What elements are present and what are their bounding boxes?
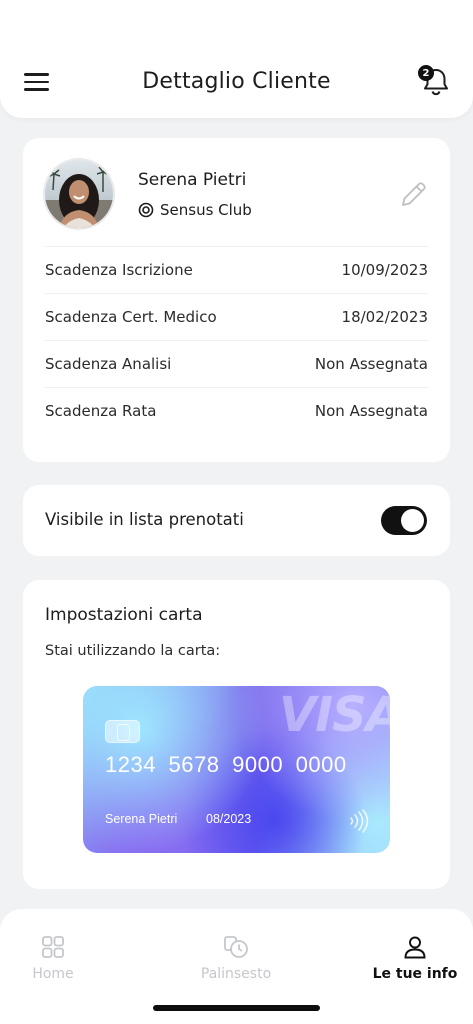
row-label: Scadenza Rata xyxy=(45,402,157,420)
notification-bell-button[interactable]: 2 xyxy=(416,64,456,100)
client-profile-card: Serena Pietri Sensus Club Scadenza Iscri… xyxy=(23,138,450,462)
chip-icon xyxy=(105,720,140,743)
row-label: Scadenza Cert. Medico xyxy=(45,308,217,326)
tab-palinsesto[interactable]: Palinsesto xyxy=(176,934,296,982)
avatar xyxy=(45,160,113,228)
page-title: Dettaglio Cliente xyxy=(142,69,331,94)
expiry-list: Scadenza Iscrizione 10/09/2023 Scadenza … xyxy=(45,246,428,434)
card-expiry: 08/2023 xyxy=(206,812,252,826)
pencil-icon xyxy=(402,182,426,206)
card-number: 1234 5678 9000 0000 xyxy=(105,752,347,777)
notification-count-badge: 2 xyxy=(418,65,434,81)
avatar-photo xyxy=(45,160,113,228)
row-label: Scadenza Iscrizione xyxy=(45,261,193,279)
card-settings-card: Impostazioni carta Stai utilizzando la c… xyxy=(23,580,450,889)
target-icon xyxy=(138,202,154,218)
visa-logo: VISA xyxy=(279,687,390,743)
row-value: Non Assegnata xyxy=(314,402,428,420)
tab-home[interactable]: Home xyxy=(0,934,113,982)
credit-card[interactable]: VISA 1234 5678 9000 0000 Serena Pietri 0… xyxy=(83,686,390,853)
home-indicator xyxy=(153,1005,320,1011)
list-item: Scadenza Rata Non Assegnata xyxy=(45,387,428,434)
list-item: Scadenza Cert. Medico 18/02/2023 xyxy=(45,293,428,340)
club-label: Sensus Club xyxy=(138,201,252,219)
visibility-label: Visibile in lista prenotati xyxy=(45,510,244,529)
club-name: Sensus Club xyxy=(160,201,252,219)
client-name: Serena Pietri xyxy=(138,170,247,190)
row-value: 18/02/2023 xyxy=(341,308,428,326)
tab-le-tue-info-label: Le tue info xyxy=(372,966,458,982)
list-item: Scadenza Analisi Non Assegnata xyxy=(45,340,428,387)
schedule-icon xyxy=(224,936,248,958)
app-header: Dettaglio Cliente 2 xyxy=(0,0,473,118)
grid-icon xyxy=(42,936,64,958)
list-item: Scadenza Iscrizione 10/09/2023 xyxy=(45,246,428,293)
visibility-card: Visibile in lista prenotati xyxy=(23,485,450,556)
tab-home-label: Home xyxy=(32,966,74,982)
row-value: Non Assegnata xyxy=(314,355,428,373)
toggle-knob xyxy=(401,509,424,532)
card-settings-subtitle: Stai utilizzando la carta: xyxy=(45,643,221,659)
contactless-icon xyxy=(350,809,369,833)
tab-palinsesto-label: Palinsesto xyxy=(200,966,272,982)
edit-profile-button[interactable] xyxy=(397,178,429,210)
user-icon xyxy=(404,936,426,959)
row-label: Scadenza Analisi xyxy=(45,355,172,373)
card-holder: Serena Pietri xyxy=(105,812,178,826)
row-value: 10/09/2023 xyxy=(341,261,428,279)
card-settings-title: Impostazioni carta xyxy=(45,605,203,625)
tab-le-tue-info[interactable]: Le tue info xyxy=(355,934,473,982)
visibility-toggle[interactable] xyxy=(381,506,427,535)
bottom-tab-bar: Home Palinsesto Le tue info xyxy=(0,909,473,1024)
